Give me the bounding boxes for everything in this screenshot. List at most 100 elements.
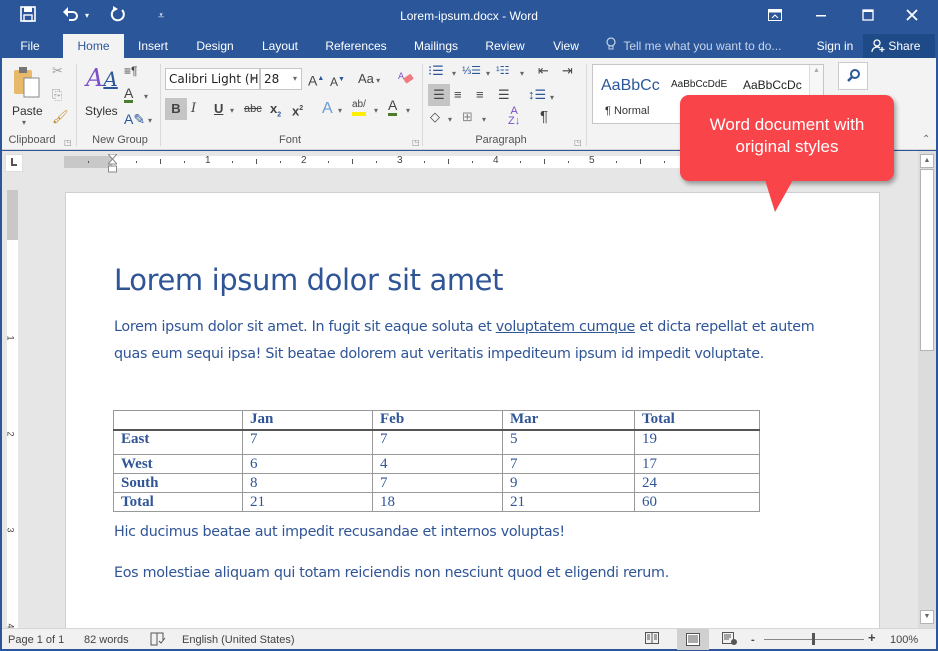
tab-mailings[interactable]: Mailings	[404, 34, 468, 58]
scroll-thumb[interactable]	[920, 169, 934, 351]
line-spacing-icon[interactable]: ↕☰	[528, 86, 546, 104]
text-effects-dropdown-icon[interactable]: ▾	[338, 102, 342, 120]
minimize-icon[interactable]	[806, 4, 836, 28]
numbering-dropdown-icon[interactable]: ▾	[486, 65, 490, 83]
font-color-dropdown-icon[interactable]: ▾	[144, 88, 148, 106]
table-row: East 7 7 5 19	[113, 429, 760, 455]
increase-indent-icon[interactable]: ⇥	[562, 62, 573, 80]
read-mode-icon[interactable]	[645, 632, 659, 649]
align-right-button[interactable]: ≡	[476, 86, 484, 104]
styles-button[interactable]: AA Styles	[82, 64, 118, 124]
shading-dropdown-icon[interactable]: ▾	[448, 111, 452, 129]
paragraph-launcher-icon[interactable]: ◳	[574, 138, 582, 147]
document-page[interactable]: Lorem ipsum dolor sit amet Lorem ipsum d…	[65, 192, 880, 628]
style-normal[interactable]: AaBbCc ¶ Normal	[595, 67, 667, 123]
ribbon-display-options-icon[interactable]	[760, 4, 790, 28]
style-sample-no-spacing[interactable]: AaBbCcDdE	[671, 79, 727, 90]
multilevel-dropdown-icon[interactable]: ▾	[520, 65, 524, 83]
share-button[interactable]: Share	[863, 34, 935, 58]
superscript-button[interactable]: x2	[292, 100, 303, 120]
font-launcher-icon[interactable]: ◳	[412, 138, 420, 147]
bold-button[interactable]: B	[165, 98, 187, 120]
format-painter-icon[interactable]: 🖌	[52, 108, 69, 126]
clipboard-launcher-icon[interactable]: ◳	[64, 138, 72, 147]
paragraph-marks-icon[interactable]: ≡¶	[124, 62, 137, 80]
sign-in-link[interactable]: Sign in	[810, 34, 860, 58]
tell-me-search[interactable]: Tell me what you want to do...	[606, 34, 781, 58]
justify-button[interactable]: ☰	[498, 86, 510, 104]
maximize-icon[interactable]	[853, 4, 883, 28]
copy-icon[interactable]: ⎘	[52, 86, 62, 104]
print-layout-button[interactable]	[677, 629, 709, 650]
style-sample-normal: AaBbCc	[601, 77, 660, 94]
ruler-tick	[640, 159, 641, 164]
web-layout-icon[interactable]	[722, 632, 738, 650]
line-spacing-dropdown-icon[interactable]: ▾	[550, 89, 554, 107]
subscript-button[interactable]: x2	[270, 100, 281, 125]
word-count[interactable]: 82 words	[84, 632, 129, 648]
show-formatting-marks-icon[interactable]: ¶	[540, 108, 548, 126]
vertical-ruler[interactable]: 1 2 3 4	[5, 190, 18, 628]
tab-design[interactable]: Design	[186, 34, 244, 58]
font-name-combobox[interactable]: Calibri Light (H ▾	[165, 68, 260, 90]
tab-view[interactable]: View	[544, 34, 588, 58]
paste-button[interactable]: Paste ▾	[8, 64, 44, 127]
ruler-mark: 2	[301, 155, 307, 166]
bullets-icon[interactable]: ⁝☰	[428, 62, 444, 80]
change-case-button[interactable]: Aa ▾	[358, 70, 380, 90]
text-effects-dropdown-icon[interactable]: ▾	[148, 112, 152, 130]
font-color-button[interactable]: A	[388, 98, 398, 116]
bullets-dropdown-icon[interactable]: ▾	[452, 65, 456, 83]
underline-dropdown-icon[interactable]: ▾	[230, 102, 234, 120]
tab-layout[interactable]: Layout	[252, 34, 308, 58]
zoom-slider-thumb[interactable]	[812, 633, 815, 645]
tab-insert[interactable]: Insert	[128, 34, 178, 58]
grow-font-icon[interactable]: A▲	[308, 70, 324, 90]
align-left-button[interactable]: ☰	[428, 84, 450, 106]
annotation-callout: Word document with original styles	[680, 95, 894, 181]
font-size-combobox[interactable]: 28 ▾	[260, 68, 302, 90]
style-sample-heading[interactable]: AaBbCcDc	[743, 78, 802, 92]
borders-icon[interactable]: ⊞	[462, 108, 473, 126]
underline-button[interactable]: U	[214, 100, 223, 118]
italic-button[interactable]: I	[191, 100, 196, 118]
close-icon[interactable]	[897, 4, 927, 28]
highlight-dropdown-icon[interactable]: ▾	[374, 102, 378, 120]
vruler-mark: 3	[5, 527, 16, 533]
tab-references[interactable]: References	[316, 34, 396, 58]
strikethrough-button[interactable]: abc	[244, 100, 262, 118]
language-indicator[interactable]: English (United States)	[182, 632, 295, 648]
proofing-icon[interactable]	[150, 632, 166, 651]
zoom-out-button[interactable]: -	[751, 632, 755, 648]
zoom-level[interactable]: 100%	[890, 632, 918, 648]
text-effects-button[interactable]: A	[322, 100, 333, 118]
cut-icon[interactable]: ✂	[52, 62, 63, 80]
zoom-in-button[interactable]: +	[868, 630, 876, 646]
numbering-icon[interactable]: ⅓☰	[462, 62, 481, 80]
highlight-color-icon[interactable]: ab/	[352, 98, 366, 116]
borders-dropdown-icon[interactable]: ▾	[482, 111, 486, 129]
clear-formatting-icon[interactable]: A	[398, 70, 414, 91]
tab-file[interactable]: File	[10, 34, 50, 58]
styles-icon: AA	[86, 64, 118, 92]
multilevel-list-icon[interactable]: ¹☷	[496, 62, 510, 80]
row-header-cell: East	[113, 429, 243, 455]
scroll-down-button[interactable]: ▼	[920, 610, 934, 624]
text-effects-icon[interactable]: A✎	[124, 110, 145, 128]
sort-icon[interactable]: A Z↓	[508, 106, 520, 127]
tab-home[interactable]: Home	[63, 34, 124, 58]
collapse-ribbon-icon[interactable]: ⌃	[922, 134, 930, 145]
page-count[interactable]: Page 1 of 1	[8, 632, 64, 648]
tab-review[interactable]: Review	[478, 34, 532, 58]
font-color-icon[interactable]: A	[124, 86, 134, 103]
shading-icon[interactable]: ◇	[430, 108, 440, 126]
font-color-dropdown-icon[interactable]: ▾	[406, 102, 410, 120]
decrease-indent-icon[interactable]: ⇤	[538, 62, 549, 80]
indent-marker[interactable]	[106, 153, 119, 173]
find-button[interactable]	[838, 62, 868, 90]
tab-selector[interactable]	[5, 154, 23, 172]
vertical-scrollbar[interactable]: ▲ ▼	[918, 151, 936, 628]
center-button[interactable]: ≡	[454, 86, 462, 104]
shrink-font-icon[interactable]: A▼	[330, 71, 345, 91]
scroll-up-button[interactable]: ▲	[920, 154, 934, 168]
